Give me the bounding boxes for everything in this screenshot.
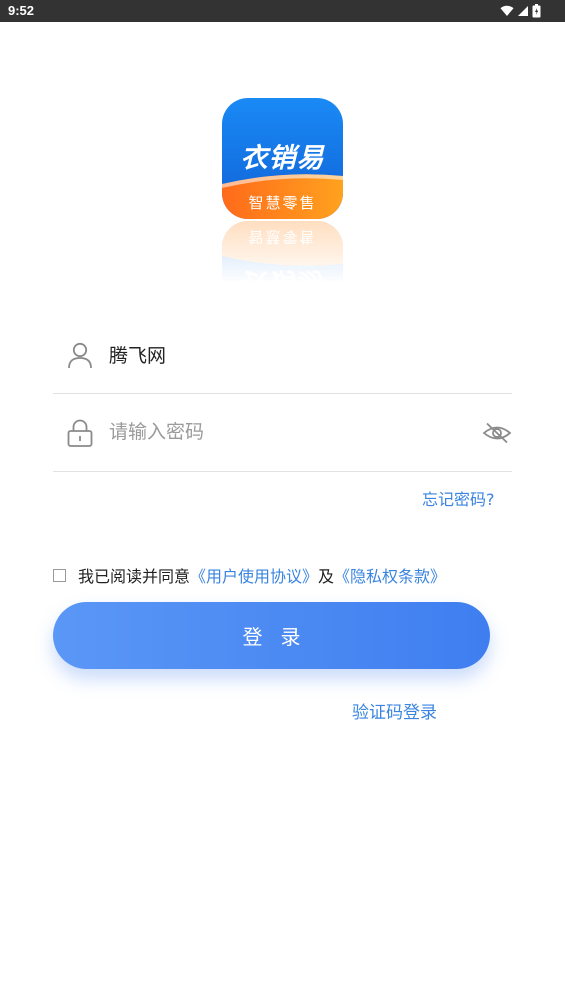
username-input[interactable] — [109, 334, 469, 374]
code-login-link[interactable]: 验证码登录 — [352, 698, 437, 723]
app-logo: 衣销易 智慧零售 — [222, 98, 343, 219]
username-field — [53, 316, 512, 394]
agreement-prefix: 我已阅读并同意 — [78, 567, 191, 586]
logo-title: 衣销易 — [240, 143, 325, 174]
eye-hidden-icon[interactable] — [482, 421, 512, 445]
agreement-checkbox[interactable] — [53, 568, 66, 582]
password-input[interactable] — [109, 412, 469, 452]
password-field — [53, 394, 512, 472]
wifi-icon — [500, 5, 514, 17]
user-agreement-link[interactable]: 《用户使用协议》 — [190, 563, 318, 587]
agreement-and: 及 — [318, 567, 335, 586]
status-icons — [500, 3, 541, 19]
agreement-row: 我已阅读并同意 《用户使用协议》 及 《隐私权条款》 — [53, 561, 446, 589]
logo-tile: 衣销易 智慧零售 — [222, 98, 343, 219]
battery-icon — [532, 4, 541, 18]
status-bar: 9:52 — [0, 0, 565, 22]
user-icon — [68, 342, 92, 369]
cell-signal-icon — [518, 6, 528, 16]
logo-reflection: 衣销易 智慧零售 — [222, 221, 343, 283]
forgot-password-link[interactable]: 忘记密码? — [422, 486, 495, 510]
logo-subtitle: 智慧零售 — [248, 194, 317, 212]
lock-icon — [67, 419, 93, 447]
login-button[interactable]: 登录 — [53, 602, 490, 669]
status-time: 9:52 — [8, 3, 35, 18]
privacy-policy-link[interactable]: 《隐私权条款》 — [334, 563, 446, 587]
